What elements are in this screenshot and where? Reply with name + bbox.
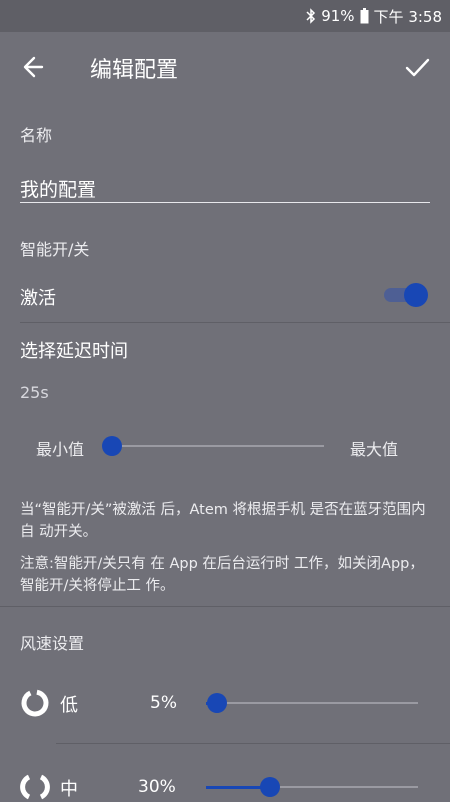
max-label: 最大值: [350, 440, 399, 459]
fan-row-label: 低: [60, 695, 78, 716]
status-bar: 91% 下午 3:58: [0, 0, 450, 32]
app-bar: 编辑配置: [0, 32, 450, 102]
slider-knob[interactable]: [259, 777, 280, 797]
fan-ring-icon: [20, 774, 50, 800]
status-time: 下午 3:58: [373, 7, 442, 26]
battery-icon: [360, 8, 369, 24]
slider-knob[interactable]: [206, 693, 227, 713]
slider-track: [112, 445, 324, 447]
divider: [20, 322, 450, 323]
fan-row-percent: 30%: [138, 777, 176, 797]
smart-note: 当“智能开/关”被激活 后，Atem 将根据手机 是否在蓝牙范围内自 动开关。: [20, 502, 426, 540]
save-button[interactable]: [400, 52, 434, 82]
slider-knob[interactable]: [102, 436, 122, 456]
fan-row-label: 中: [60, 779, 78, 800]
back-button[interactable]: [18, 52, 52, 82]
min-label: 最小值: [36, 440, 85, 459]
activate-label: 激活: [20, 288, 56, 309]
config-name-input[interactable]: [20, 174, 430, 203]
fan-speed-slider[interactable]: [206, 693, 418, 713]
fan-ring-icon: [21, 689, 49, 717]
arrow-left-icon: [23, 56, 44, 78]
fan-section-label: 风速设置: [20, 634, 85, 653]
status-icons: 91% 下午 3:58: [306, 6, 442, 26]
bluetooth-icon: [306, 8, 316, 24]
page-title: 编辑配置: [90, 58, 179, 83]
delay-label: 选择延迟时间: [20, 341, 128, 362]
divider: [0, 606, 450, 607]
delay-value: 25s: [20, 383, 49, 402]
slider-track: [206, 702, 418, 704]
battery-percent: 91%: [321, 7, 355, 25]
delay-slider[interactable]: [102, 436, 324, 456]
divider: [56, 743, 450, 744]
check-icon: [405, 58, 430, 77]
smart-warning-note: 注意:智能开/关只有 在 App 在后台运行时 工作，如关闭App，智能开/关将…: [20, 556, 424, 594]
name-section-label: 名称: [20, 126, 53, 145]
fan-row-percent: 5%: [150, 693, 177, 713]
toggle-thumb: [404, 283, 428, 307]
activate-toggle[interactable]: [384, 283, 428, 307]
fan-speed-slider[interactable]: [206, 777, 418, 797]
smart-section-label: 智能开/关: [20, 240, 90, 259]
